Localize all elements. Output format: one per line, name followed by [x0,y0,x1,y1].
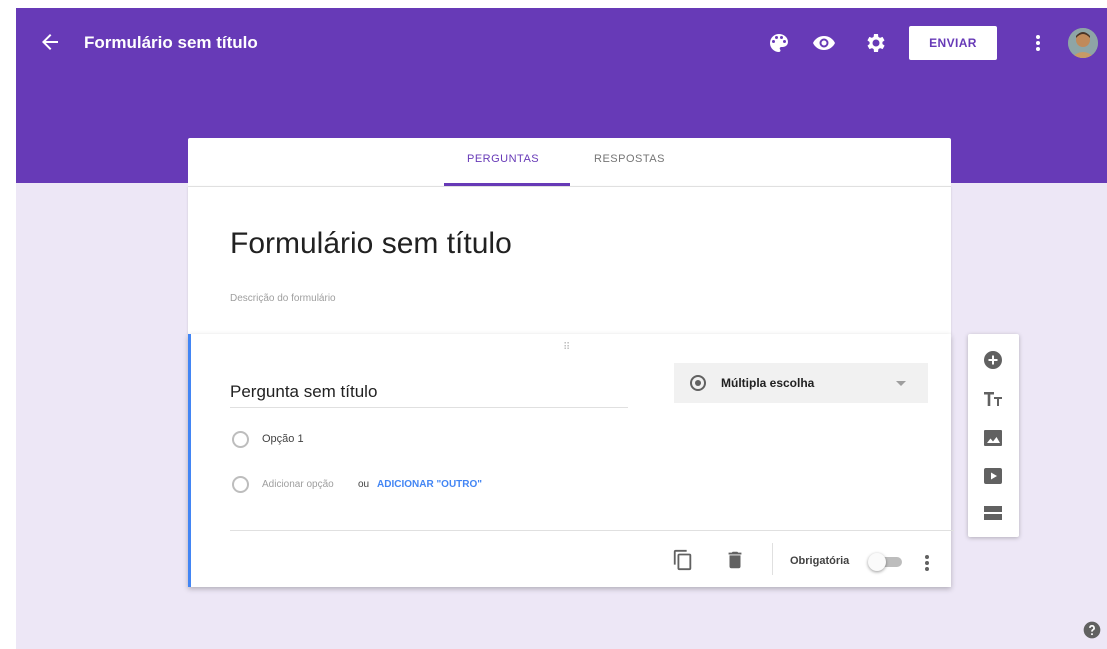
required-toggle[interactable] [868,553,904,571]
palette-icon[interactable] [767,31,791,55]
arrow-back-icon[interactable] [38,30,62,54]
form-description-field[interactable]: Descrição do formulário [230,293,336,304]
or-label: ou [358,479,370,490]
question-title-input[interactable]: Pergunta sem título [230,378,628,408]
trash-icon[interactable] [724,549,746,571]
help-icon[interactable] [1082,620,1102,640]
page-frame: Formulário sem título ENVIAR PERGUNTAS R… [16,8,1107,649]
more-vert-icon[interactable] [1026,31,1050,55]
add-circle-icon[interactable] [981,348,1005,372]
duplicate-icon[interactable] [672,549,694,571]
form-header-card: Formulário sem título Descrição do formu… [188,186,951,334]
footer-divider [230,530,954,531]
dropdown-arrow-icon [896,381,906,386]
required-label: Obrigatória [790,555,850,567]
toggle-knob [868,553,886,571]
tab-perguntas[interactable]: PERGUNTAS [467,153,539,165]
tab-respostas[interactable]: RESPOSTAS [594,153,665,165]
question-type-label: Múltipla escolha [721,376,815,390]
form-title[interactable]: Formulário sem título [230,227,512,261]
footer-separator [772,543,773,575]
tabs-bar: PERGUNTAS RESPOSTAS [188,138,951,186]
app-title: Formulário sem título [84,33,258,52]
option-radio [232,431,249,448]
title-text-icon[interactable] [981,387,1005,411]
side-toolbar [968,334,1019,537]
drag-handle-icon[interactable]: ⠿ [563,342,571,353]
option-label[interactable]: Opção 1 [262,433,304,445]
section-icon[interactable] [981,501,1005,525]
video-icon[interactable] [981,464,1005,488]
add-option-field[interactable]: Adicionar opção [262,479,334,490]
user-avatar-icon [1068,28,1098,58]
avatar[interactable] [1068,28,1098,58]
top-bar: Formulário sem título ENVIAR [16,8,1107,78]
more-options-icon[interactable] [917,552,937,574]
radio-button-icon [690,375,706,391]
image-icon[interactable] [981,426,1005,450]
add-option-radio [232,476,249,493]
send-button[interactable]: ENVIAR [909,26,997,60]
question-card: ⠿ Pergunta sem título Múltipla escolha O… [188,334,954,587]
eye-icon[interactable] [812,31,836,55]
question-type-select[interactable]: Múltipla escolha [674,363,928,403]
add-other-link[interactable]: ADICIONAR "OUTRO" [377,479,482,490]
gear-icon[interactable] [863,31,887,55]
